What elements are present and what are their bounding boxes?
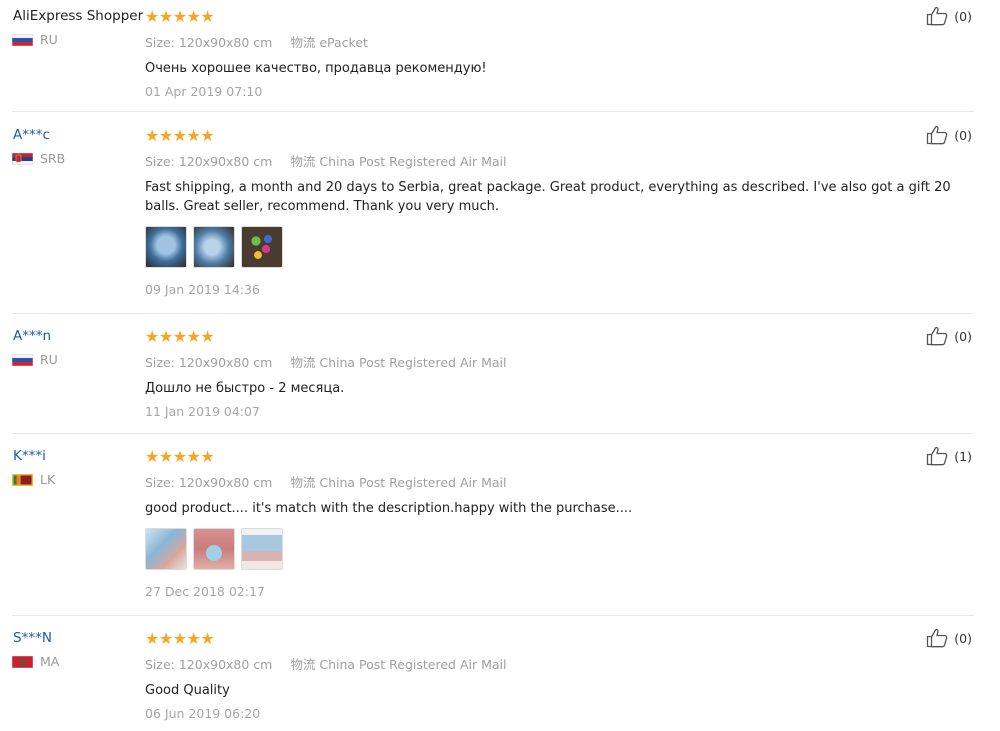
size-value: 120x90x80 cm: [178, 475, 273, 490]
review-date: 06 Jun 2019 06:20: [145, 706, 261, 721]
review-photos: [145, 226, 975, 268]
review-photo-thumbnail[interactable]: [145, 528, 187, 570]
helpful-button[interactable]: (1): [926, 446, 972, 466]
reviewer-name[interactable]: A***n: [13, 328, 51, 344]
review-content: ★★★★★ Size: 120x90x80 cm 物流 China Post R…: [145, 629, 975, 722]
country-code: LK: [40, 472, 56, 487]
russia-flag-icon: [12, 33, 33, 46]
country-code: SRB: [40, 151, 66, 166]
review-item: A***n RU ★★★★★ Size: 120x90x80 cm 物流 Chi…: [12, 328, 974, 434]
reviewer-country: RU: [12, 32, 58, 47]
reviewer-name[interactable]: K***i: [13, 448, 46, 464]
review-item: AliExpress Shopper RU ★★★★★ Size: 120x90…: [12, 8, 974, 112]
helpful-count: (0): [954, 630, 972, 646]
size-label: Size:: [145, 657, 175, 672]
helpful-button[interactable]: (0): [926, 125, 972, 145]
country-code: MA: [40, 654, 60, 669]
review-photo-thumbnail[interactable]: [193, 528, 235, 570]
reviewer-name[interactable]: S***N: [13, 630, 52, 646]
review-date: 09 Jan 2019 14:36: [145, 282, 260, 297]
star-rating: ★★★★★: [145, 327, 215, 346]
star-rating: ★★★★★: [145, 126, 215, 145]
order-info: Size: 120x90x80 cm 物流 China Post Registe…: [145, 654, 975, 673]
star-rating: ★★★★★: [145, 447, 215, 466]
review-item: A***c SRB ★★★★★ Size: 120x90x80 cm 物流 Ch…: [12, 127, 974, 314]
review-item: K***i LK ★★★★★ Size: 120x90x80 cm 物流 Chi…: [12, 448, 974, 616]
reviewer-country: RU: [12, 352, 58, 367]
order-info: Size: 120x90x80 cm 物流 China Post Registe…: [145, 472, 975, 491]
review-item: S***N MA ★★★★★ Size: 120x90x80 cm 物流 Chi…: [12, 630, 974, 725]
thumbs-up-icon[interactable]: [926, 326, 950, 346]
thumbs-up-icon[interactable]: [926, 125, 950, 145]
helpful-button[interactable]: (0): [926, 326, 972, 346]
reviewer-name: AliExpress Shopper: [13, 8, 144, 24]
review-text: Good Quality: [145, 683, 230, 698]
review-text: Очень хорошее качество, продавца рекомен…: [145, 61, 487, 76]
size-value: 120x90x80 cm: [178, 35, 273, 50]
reviewer-country: SRB: [12, 151, 65, 166]
logistics-value: China Post Registered Air Mail: [319, 154, 507, 169]
size-value: 120x90x80 cm: [178, 154, 273, 169]
thumbs-up-icon[interactable]: [926, 628, 950, 648]
reviewer-country: LK: [12, 472, 55, 487]
review-text: Дошло не быстро - 2 месяца.: [145, 381, 345, 396]
helpful-count: (0): [954, 127, 972, 143]
order-info: Size: 120x90x80 cm 物流 China Post Registe…: [145, 352, 975, 371]
morocco-flag-icon: [12, 655, 33, 668]
review-date: 27 Dec 2018 02:17: [145, 584, 265, 599]
review-text: Fast shipping, a month and 20 days to Se…: [145, 180, 951, 214]
serbia-flag-icon: [12, 152, 33, 165]
reviewer-name[interactable]: A***c: [13, 127, 50, 143]
size-label: Size:: [145, 475, 175, 490]
star-rating: ★★★★★: [145, 7, 215, 26]
helpful-count: (0): [954, 8, 972, 24]
review-content: ★★★★★ Size: 120x90x80 cm 物流 China Post R…: [145, 327, 975, 420]
helpful-button[interactable]: (0): [926, 628, 972, 648]
size-label: Size:: [145, 35, 175, 50]
reviewer-country: MA: [12, 654, 59, 669]
review-photo-thumbnail[interactable]: [193, 226, 235, 268]
logistics-value: ePacket: [319, 35, 368, 50]
review-date: 01 Apr 2019 07:10: [145, 84, 263, 99]
review-content: ★★★★★ Size: 120x90x80 cm 物流 China Post R…: [145, 127, 975, 297]
logistics-label: 物流: [290, 154, 316, 169]
logistics-value: China Post Registered Air Mail: [319, 355, 507, 370]
review-photo-thumbnail[interactable]: [241, 528, 283, 570]
order-info: Size: 120x90x80 cm 物流 ePacket: [145, 32, 975, 51]
russia-flag-icon: [12, 353, 33, 366]
order-info: Size: 120x90x80 cm 物流 China Post Registe…: [145, 151, 975, 170]
logistics-label: 物流: [290, 35, 316, 50]
country-code: RU: [40, 352, 58, 367]
logistics-label: 物流: [290, 475, 316, 490]
sri-lanka-flag-icon: [12, 473, 33, 486]
helpful-count: (1): [954, 448, 972, 464]
thumbs-up-icon[interactable]: [926, 446, 950, 466]
review-photo-thumbnail[interactable]: [145, 226, 187, 268]
review-text: good product.... it's match with the des…: [145, 501, 633, 516]
size-label: Size:: [145, 355, 175, 370]
review-date: 11 Jan 2019 04:07: [145, 404, 260, 419]
logistics-label: 物流: [290, 355, 316, 370]
helpful-count: (0): [954, 328, 972, 344]
thumbs-up-icon[interactable]: [926, 6, 950, 26]
size-value: 120x90x80 cm: [178, 355, 273, 370]
review-photo-thumbnail[interactable]: [241, 226, 283, 268]
logistics-label: 物流: [290, 657, 316, 672]
country-code: RU: [40, 32, 58, 47]
size-value: 120x90x80 cm: [178, 657, 273, 672]
logistics-value: China Post Registered Air Mail: [319, 657, 507, 672]
review-photos: [145, 528, 975, 570]
star-rating: ★★★★★: [145, 629, 215, 648]
review-content: ★★★★★ Size: 120x90x80 cm 物流 ePacket Очен…: [145, 7, 975, 100]
logistics-value: China Post Registered Air Mail: [319, 475, 507, 490]
size-label: Size:: [145, 154, 175, 169]
review-content: ★★★★★ Size: 120x90x80 cm 物流 China Post R…: [145, 448, 975, 599]
helpful-button[interactable]: (0): [926, 6, 972, 26]
